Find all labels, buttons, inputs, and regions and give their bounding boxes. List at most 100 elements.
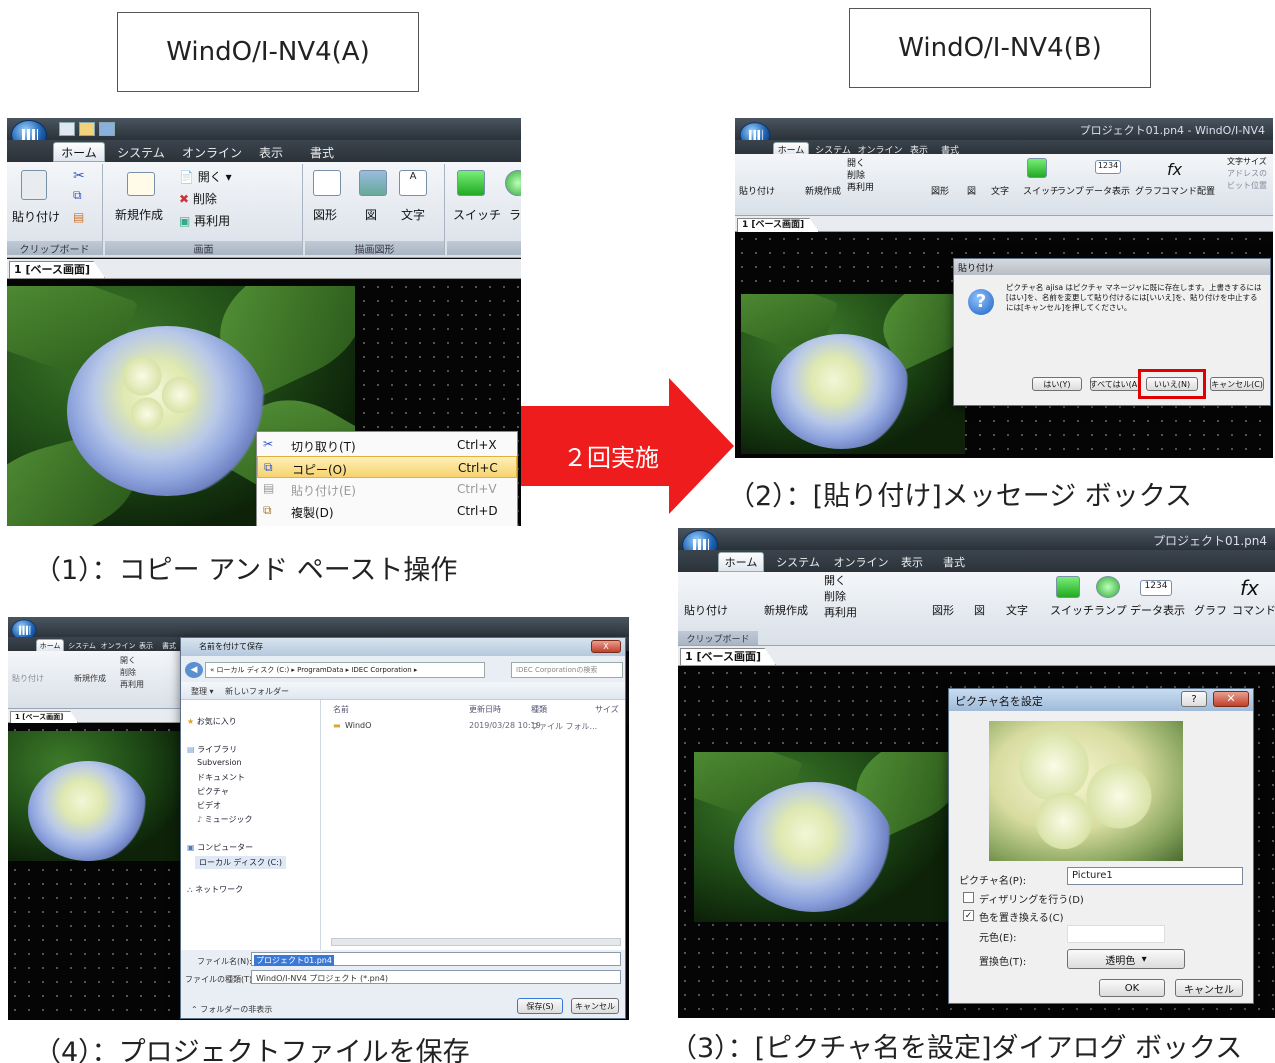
replace-color-checkbox[interactable]: ✓ bbox=[963, 910, 974, 921]
help-button[interactable]: ? bbox=[1181, 691, 1207, 707]
nav-videos[interactable]: ビデオ bbox=[197, 800, 221, 811]
lamp-button[interactable]: ランプ bbox=[1057, 184, 1084, 197]
open-button[interactable]: 📄 開く ▾ bbox=[179, 168, 232, 185]
switch-button[interactable]: スイッチ bbox=[1050, 602, 1094, 618]
table-row[interactable]: ▬ WindO 2019/03/28 10:19 ファイル フォル... bbox=[331, 720, 621, 732]
data-display-button[interactable]: データ表示 bbox=[1085, 184, 1130, 197]
save-button[interactable]: 保存(S) bbox=[517, 998, 563, 1014]
tab-view[interactable]: 表示 bbox=[894, 552, 930, 572]
graph-button[interactable]: グラフ bbox=[1135, 184, 1162, 197]
tab-format[interactable]: 書式 bbox=[297, 142, 347, 162]
tab-online[interactable]: オンライン bbox=[830, 552, 892, 572]
cancel-button[interactable]: キャンセル bbox=[571, 998, 619, 1014]
shape-button[interactable]: 図形 bbox=[931, 184, 949, 197]
delete-button[interactable]: ✖ 削除 bbox=[179, 190, 217, 207]
close-icon[interactable]: X bbox=[591, 640, 621, 653]
new-create-button[interactable]: 新規作成 bbox=[764, 602, 808, 618]
cancel-button[interactable]: キャンセル bbox=[1175, 979, 1243, 997]
new-create-button[interactable]: 新規作成 bbox=[74, 673, 106, 684]
reuse-button[interactable]: 再利用 bbox=[120, 679, 144, 690]
hydrangea-photo[interactable] bbox=[8, 731, 186, 861]
close-icon[interactable]: ✕ bbox=[1213, 691, 1249, 707]
text-size-button[interactable]: 文字サイズ bbox=[1227, 156, 1267, 167]
tab-format[interactable]: 書式 bbox=[934, 552, 974, 572]
open-folder-icon[interactable] bbox=[79, 122, 95, 136]
copy-icon[interactable]: ⧉ bbox=[73, 188, 82, 203]
nav-network[interactable]: ⛬ ネットワーク bbox=[187, 884, 243, 895]
file-list[interactable]: 名前 更新日時 種類 サイズ ▬ WindO 2019/03/28 10:19 … bbox=[321, 700, 625, 950]
menu-item-copy[interactable]: ⧉ コピー(O) Ctrl+C bbox=[257, 456, 517, 478]
doc-tab[interactable]: 1 [ベース画面] bbox=[7, 259, 521, 279]
replace-color-select[interactable]: 透明色 ▾ bbox=[1067, 949, 1185, 969]
picture-name-input[interactable]: Picture1 bbox=[1067, 867, 1243, 885]
delete-button[interactable]: 削除 bbox=[824, 588, 846, 604]
reuse-button[interactable]: ▣ 再利用 bbox=[179, 212, 230, 229]
search-input[interactable]: IDEC Corporationの検索 bbox=[511, 662, 623, 678]
column-size[interactable]: サイズ bbox=[595, 704, 619, 715]
hydrangea-photo[interactable] bbox=[741, 294, 965, 454]
open-button[interactable]: 開く bbox=[120, 655, 136, 666]
new-create-button[interactable]: 新規作成 bbox=[109, 206, 169, 223]
nav-computer[interactable]: ▣ コンピューター bbox=[187, 842, 253, 853]
menu-item-duplicate[interactable]: ⧉ 複製(D) Ctrl+D bbox=[257, 500, 517, 522]
tab-home[interactable]: ホーム bbox=[53, 142, 105, 162]
data-display-button[interactable]: データ表示 bbox=[1130, 602, 1185, 618]
nav-local-disk[interactable]: ローカル ディスク (C:) bbox=[195, 856, 287, 869]
cut-icon[interactable]: ✂ bbox=[73, 168, 85, 184]
column-type[interactable]: 種類 bbox=[531, 704, 547, 715]
shape-button[interactable]: 図形 bbox=[313, 206, 337, 223]
organize-menu[interactable]: 整理 ▾ bbox=[191, 686, 214, 697]
back-icon[interactable]: ◀ bbox=[185, 662, 203, 678]
hydrangea-photo[interactable] bbox=[694, 752, 948, 922]
graph-button[interactable]: グラフ bbox=[1194, 602, 1227, 618]
address-button[interactable]: アドレスの bbox=[1227, 168, 1267, 179]
hide-folders-toggle[interactable]: ⌃ フォルダーの非表示 bbox=[191, 1004, 272, 1015]
open-button[interactable]: 開く bbox=[824, 572, 846, 588]
text-button[interactable]: 文字 bbox=[1006, 602, 1028, 618]
bit-position-button[interactable]: ビット位置 bbox=[1227, 180, 1267, 191]
paste-button[interactable]: 貼り付け bbox=[684, 602, 728, 618]
breadcrumb[interactable]: « ローカル ディスク (C:) ▸ ProgramData ▸ IDEC Co… bbox=[205, 662, 485, 678]
layout-button[interactable]: 配置 bbox=[1197, 184, 1215, 197]
reuse-button[interactable]: 再利用 bbox=[847, 180, 874, 193]
tab-home[interactable]: ホーム bbox=[718, 552, 764, 572]
paste-button[interactable]: 貼り付け bbox=[739, 184, 775, 197]
new-folder-button[interactable]: 新しいフォルダー bbox=[225, 686, 289, 697]
screen-canvas[interactable]: ✂ 切り取り(T) Ctrl+X ⧉ コピー(O) Ctrl+C ▤ 貼り付け(E) Ctr… bbox=[7, 280, 521, 526]
paste-button[interactable]: 貼り付け bbox=[7, 208, 65, 225]
figure-button[interactable]: 図 bbox=[974, 602, 985, 618]
command-button[interactable]: コマンド bbox=[1232, 602, 1275, 618]
format-painter-icon[interactable]: ▤ bbox=[73, 210, 84, 224]
nav-music[interactable]: ♪ ミュージック bbox=[197, 814, 253, 825]
doc-tab[interactable]: 1 [ベース画面] bbox=[8, 709, 189, 723]
text-button[interactable]: 文字 bbox=[401, 206, 425, 223]
menu-item-paste[interactable]: ▤ 貼り付け(E) Ctrl+V bbox=[257, 478, 517, 500]
yes-button[interactable]: はい(Y) bbox=[1032, 377, 1082, 391]
shape-button[interactable]: 図形 bbox=[932, 602, 954, 618]
nav-pictures[interactable]: ピクチャ bbox=[197, 786, 229, 797]
ok-button[interactable]: OK bbox=[1099, 979, 1165, 997]
reuse-button[interactable]: 再利用 bbox=[824, 604, 857, 620]
tab-online[interactable]: オンライン bbox=[177, 142, 247, 162]
menu-item-cut[interactable]: ✂ 切り取り(T) Ctrl+X bbox=[257, 434, 517, 456]
lamp-button[interactable]: ランプ bbox=[1094, 602, 1127, 618]
yes-all-button[interactable]: すべてはい(A) bbox=[1090, 377, 1140, 391]
switch-button[interactable]: スイッチ bbox=[453, 206, 501, 223]
screen-canvas[interactable]: 貼り付け ? ピクチャ名 ajisa はピクチャ マネージャに既に存在します。上… bbox=[735, 232, 1273, 458]
tab-system[interactable]: システム bbox=[111, 142, 171, 162]
paste-button[interactable]: 貼り付け bbox=[12, 673, 44, 684]
nav-documents[interactable]: ドキュメント bbox=[197, 772, 245, 783]
column-date[interactable]: 更新日時 bbox=[469, 704, 501, 715]
dither-checkbox[interactable] bbox=[963, 892, 974, 903]
tab-system[interactable]: システム bbox=[770, 552, 826, 572]
no-button[interactable]: いいえ(N) bbox=[1146, 377, 1198, 391]
nav-subversion[interactable]: Subversion bbox=[197, 758, 242, 767]
text-button[interactable]: 文字 bbox=[991, 184, 1009, 197]
new-create-button[interactable]: 新規作成 bbox=[805, 184, 841, 197]
original-color-swatch[interactable] bbox=[1067, 925, 1165, 943]
figure-button[interactable]: 図 bbox=[365, 206, 377, 223]
cancel-button[interactable]: キャンセル(C) bbox=[1210, 377, 1264, 391]
delete-button[interactable]: 削除 bbox=[120, 667, 136, 678]
screen-canvas[interactable]: ピクチャ名を設定 ? ✕ ピクチャ名(P): Picture1 ディザリングを行… bbox=[678, 666, 1275, 1018]
column-name[interactable]: 名前 bbox=[333, 704, 349, 715]
